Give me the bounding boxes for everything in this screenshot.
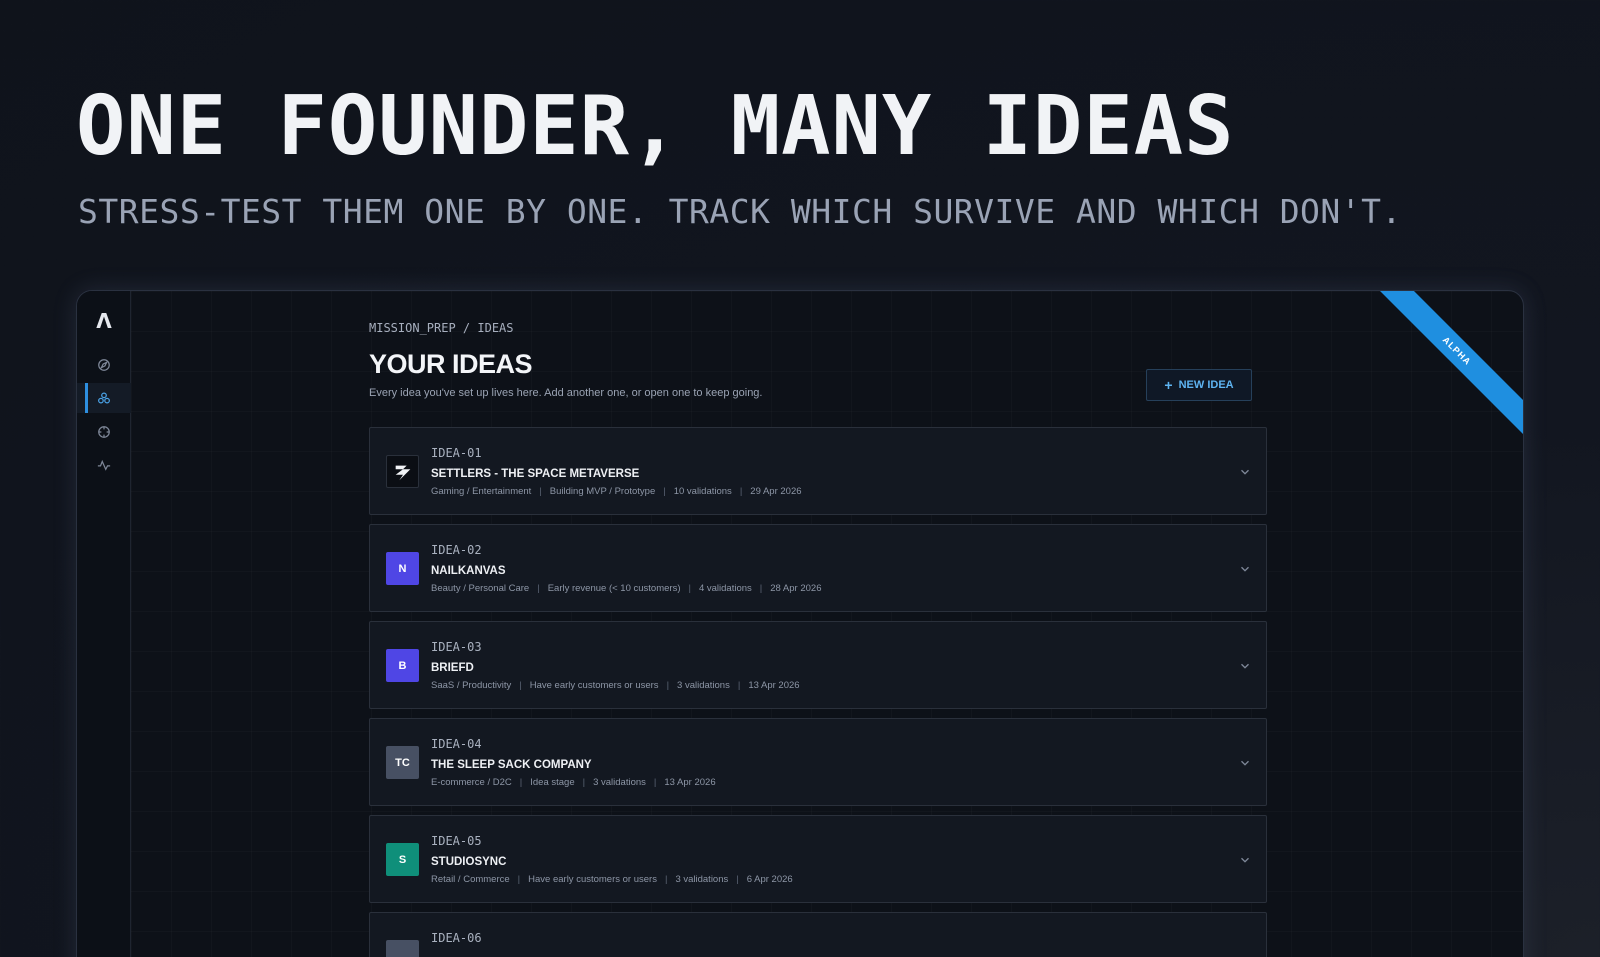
new-idea-label: NEW IDEA xyxy=(1178,379,1234,391)
idea-category: E-commerce / D2C xyxy=(431,777,512,788)
meta-separator: | xyxy=(539,486,542,497)
idea-avatar: S xyxy=(386,843,419,876)
idea-id: IDEA-01 xyxy=(431,446,482,460)
meta-separator: | xyxy=(519,680,522,691)
idea-name: THE SLEEP SACK COMPANY xyxy=(431,759,592,771)
idea-id: IDEA-06 xyxy=(431,931,482,945)
idea-meta: Beauty / Personal Care | Early revenue (< … xyxy=(431,583,822,594)
idea-card[interactable]: N IDEA-02 NAILKANVAS Beauty / Personal Care… xyxy=(369,524,1267,612)
idea-id: IDEA-05 xyxy=(431,834,482,848)
page-description: Every idea you've set up lives here. Add… xyxy=(369,387,763,399)
idea-avatar xyxy=(386,940,419,957)
idea-id: IDEA-03 xyxy=(431,640,482,654)
idea-stage: Building MVP / Prototype xyxy=(549,486,656,497)
app-window: Λ MISSION_PREP / IDEAS YOUR IDEAS Every … xyxy=(76,290,1524,957)
meta-separator: | xyxy=(736,874,739,885)
idea-category: Beauty / Personal Care xyxy=(431,583,530,594)
idea-card[interactable]: S IDEA-05 STUDIOSYNC Retail / Commerce | Have… xyxy=(369,815,1267,903)
idea-validations: 10 validations xyxy=(673,486,732,497)
sidebar-item-compass[interactable] xyxy=(77,350,131,380)
idea-validations: 4 validations xyxy=(698,583,752,594)
chevron-down-icon[interactable] xyxy=(1238,852,1252,866)
meta-separator: | xyxy=(737,680,741,691)
settlers-logo-icon xyxy=(386,455,419,488)
meta-separator: | xyxy=(666,680,670,691)
chevron-down-icon[interactable] xyxy=(1238,755,1252,769)
meta-separator: | xyxy=(663,486,666,497)
meta-separator: | xyxy=(517,874,521,885)
idea-validations: 3 validations xyxy=(677,680,730,691)
sidebar: Λ xyxy=(77,291,131,957)
idea-date: 28 Apr 2026 xyxy=(770,583,822,594)
sidebar-item-target[interactable] xyxy=(77,417,131,447)
meta-separator: | xyxy=(739,486,743,497)
idea-card[interactable]: TC IDEA-04 THE SLEEP SACK COMPANY E-commerc… xyxy=(369,718,1267,806)
idea-date: 6 Apr 2026 xyxy=(746,874,793,885)
idea-card[interactable]: IDEA-06 xyxy=(369,912,1267,957)
idea-meta: Gaming / Entertainment | Building MVP / Pr… xyxy=(431,486,802,497)
meta-separator: | xyxy=(688,583,691,594)
page-title: YOUR IDEAS xyxy=(369,349,533,379)
activity-icon xyxy=(97,459,111,471)
compass-icon xyxy=(98,359,110,371)
meta-separator: | xyxy=(582,777,586,788)
idea-id: IDEA-04 xyxy=(431,737,482,751)
idea-avatar: N xyxy=(386,552,419,585)
idea-category: Retail / Commerce xyxy=(431,874,510,885)
idea-category: SaaS / Productivity xyxy=(431,680,512,691)
idea-stage: Idea stage xyxy=(530,777,575,788)
idea-stage: Early revenue (< 10 customers) xyxy=(547,583,681,594)
idea-meta: SaaS / Productivity | Have early customers… xyxy=(431,680,800,691)
idea-validations: 3 validations xyxy=(675,874,729,885)
idea-name: BRIEFD xyxy=(431,662,474,674)
idea-name: STUDIOSYNC xyxy=(431,856,507,868)
chevron-down-icon[interactable] xyxy=(1238,464,1252,478)
idea-id: IDEA-02 xyxy=(431,543,482,557)
idea-avatar: B xyxy=(386,649,419,682)
idea-stage: Have early customers or users xyxy=(528,874,657,885)
meta-separator: | xyxy=(653,777,657,788)
idea-card[interactable]: B IDEA-03 BRIEFD SaaS / Productivity | Have e… xyxy=(369,621,1267,709)
hero-subtitle: STRESS-TEST THEM ONE BY ONE. TRACK WHICH… xyxy=(78,192,1402,231)
idea-avatar: TC xyxy=(386,746,419,779)
meta-separator: | xyxy=(537,583,540,594)
idea-date: 13 Apr 2026 xyxy=(748,680,800,691)
chevron-down-icon[interactable] xyxy=(1238,561,1252,575)
meta-separator: | xyxy=(664,874,668,885)
hero-title: ONE FOUNDER, MANY IDEAS xyxy=(76,79,1235,174)
idea-stage: Have early customers or users xyxy=(529,680,659,691)
idea-name: SETTLERS - THE SPACE METAVERSE xyxy=(431,468,640,480)
chevron-down-icon[interactable] xyxy=(1238,658,1252,672)
idea-category: Gaming / Entertainment xyxy=(431,486,532,497)
meta-separator: | xyxy=(759,583,763,594)
idea-meta: E-commerce / D2C | Idea stage | 3 validation… xyxy=(431,777,716,788)
plus-icon: + xyxy=(1164,377,1173,393)
meta-separator: | xyxy=(519,777,523,788)
app-logo[interactable]: Λ xyxy=(77,309,131,333)
ideas-icon xyxy=(98,392,110,404)
sidebar-item-activity[interactable] xyxy=(77,450,131,480)
idea-validations: 3 validations xyxy=(593,777,646,788)
sidebar-item-ideas[interactable] xyxy=(77,383,131,413)
new-idea-button[interactable]: + NEW IDEA xyxy=(1146,369,1252,401)
breadcrumb[interactable]: MISSION_PREP / IDEAS xyxy=(369,321,514,335)
idea-card[interactable]: IDEA-01 SETTLERS - THE SPACE METAVERSE Gam… xyxy=(369,427,1267,515)
idea-meta: Retail / Commerce | Have early customers o… xyxy=(431,874,793,885)
idea-date: 29 Apr 2026 xyxy=(750,486,802,497)
target-icon xyxy=(98,426,110,438)
idea-name: NAILKANVAS xyxy=(431,565,506,577)
idea-date: 13 Apr 2026 xyxy=(664,777,716,788)
